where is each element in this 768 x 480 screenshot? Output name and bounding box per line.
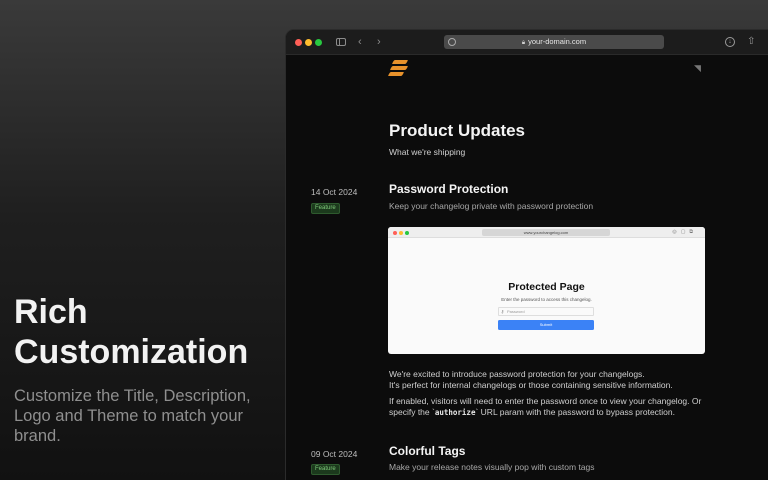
download-icon[interactable]: ↓ <box>725 37 735 47</box>
lock-icon: 🔒︎ <box>521 40 526 46</box>
hero-description-line: Customize the Title, Description, <box>14 387 251 405</box>
rss-icon[interactable]: ◥ <box>694 63 701 74</box>
hero-description-line: brand. <box>14 427 61 445</box>
body-text-segment: specify the ` <box>389 407 435 417</box>
minimize-window-button[interactable] <box>305 39 312 46</box>
entry-body-line: We're excited to introduce password prot… <box>389 369 645 379</box>
page-title: Product Updates <box>389 121 526 140</box>
forward-icon[interactable]: › <box>377 35 381 49</box>
entry-body-line: specify the `authorize` URL param with t… <box>389 407 675 418</box>
maximize-window-button[interactable] <box>315 39 322 46</box>
reader-icon[interactable] <box>448 38 456 46</box>
share-icon[interactable]: ⇧ <box>747 36 755 47</box>
hero-section: Rich Customization Customize the Title, … <box>14 292 276 446</box>
url-text: your-domain.com <box>528 37 587 46</box>
entry-body-line: It's perfect for internal changelogs or … <box>389 380 673 390</box>
browser-window: ‹ › 🔒︎ your-domain.com ↓ ⇧ ◥ Product Upda… <box>285 29 768 480</box>
screenshot-url: www.yourchangelog.com <box>482 229 610 236</box>
key-icon: ⚷ <box>501 309 504 314</box>
screenshot-toolbar-icons: ◎▢⧉ <box>672 229 697 235</box>
entry-date: 09 Oct 2024 <box>311 449 358 459</box>
sidebar-toggle-icon[interactable] <box>336 38 346 46</box>
password-placeholder: Password <box>507 309 525 314</box>
entry-date: 14 Oct 2024 <box>311 187 358 197</box>
back-icon[interactable]: ‹ <box>358 35 362 49</box>
screenshot-toolbar: www.yourchangelog.com ◎▢⧉ <box>388 227 705 238</box>
hero-title-line: Rich <box>14 293 88 331</box>
entry-screenshot: www.yourchangelog.com ◎▢⧉ Protected Page… <box>388 227 705 354</box>
feature-badge: Feature <box>311 203 340 214</box>
screenshot-password-field: ⚷ Password <box>498 307 594 316</box>
hero-description: Customize the Title, Description, Logo a… <box>14 386 276 446</box>
body-text-segment: ` URL param with the password to bypass … <box>475 407 675 417</box>
close-window-button[interactable] <box>295 39 302 46</box>
entry-title[interactable]: Password Protection <box>389 182 508 196</box>
brand-logo[interactable] <box>387 60 411 78</box>
screenshot-description: Enter the password to access this change… <box>501 297 592 302</box>
screenshot-submit-button: Submit <box>498 320 594 330</box>
entry-description: Make your release notes visually pop wit… <box>389 462 595 472</box>
hero-description-line: Logo and Theme to match your <box>14 407 244 425</box>
feature-badge: Feature <box>311 464 340 475</box>
page-subtitle: What we're shipping <box>389 147 466 157</box>
browser-toolbar: ‹ › 🔒︎ your-domain.com ↓ ⇧ <box>286 30 768 55</box>
hero-title: Rich Customization <box>14 292 276 372</box>
entry-title[interactable]: Colorful Tags <box>389 444 465 458</box>
entry-body-line: If enabled, visitors will need to enter … <box>389 396 702 406</box>
entry-description: Keep your changelog private with passwor… <box>389 201 594 211</box>
screenshot-title: Protected Page <box>508 281 585 293</box>
hero-title-line: Customization <box>14 333 249 371</box>
code-snippet: authorize <box>434 408 476 417</box>
address-bar[interactable]: 🔒︎ your-domain.com <box>444 35 664 49</box>
